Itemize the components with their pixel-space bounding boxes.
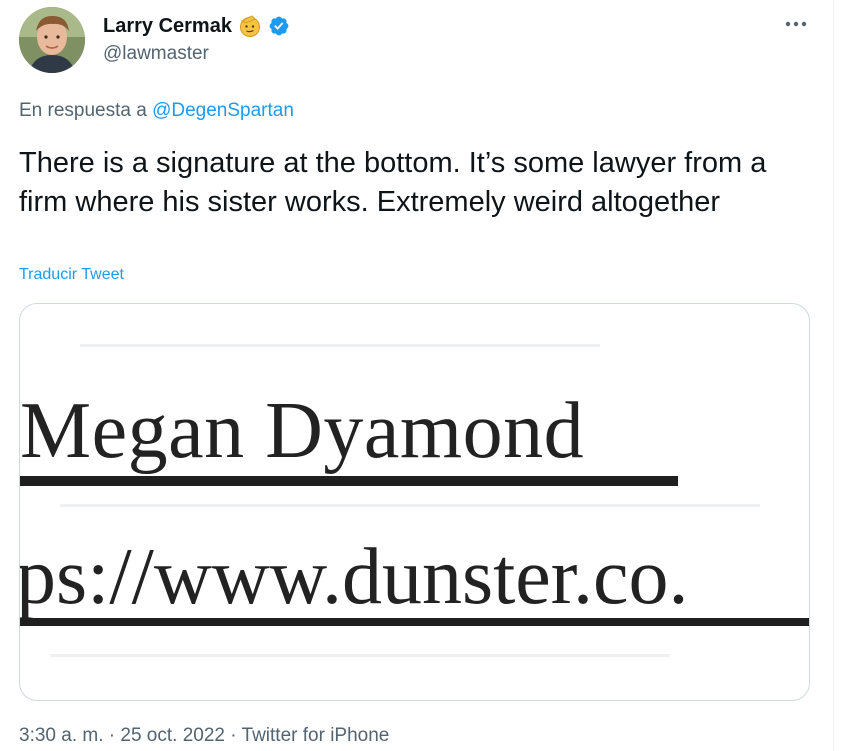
meta-separator: · (230, 725, 237, 746)
reply-mention-link[interactable]: @DegenSpartan (152, 100, 294, 121)
faded-text-line (60, 504, 760, 507)
tweet-source[interactable]: Twitter for iPhone (242, 725, 390, 746)
signature-name-underline (20, 476, 678, 486)
reply-context: En respuesta a @DegenSpartan (19, 99, 294, 123)
tweet-date[interactable]: 25 oct. 2022 (120, 725, 225, 746)
tweet-text: There is a signature at the bottom. It’s… (19, 147, 767, 218)
verified-badge-icon (269, 16, 289, 36)
faded-text-line (50, 654, 670, 657)
saluting-face-emoji-icon (239, 15, 260, 37)
avatar[interactable] (19, 7, 85, 73)
signature-name: Megan Dyamond (20, 387, 585, 475)
more-options-button[interactable] (778, 10, 814, 38)
reply-prefix: En respuesta a (19, 100, 147, 121)
column-divider (833, 0, 834, 751)
tweet-media-image[interactable]: Megan Dyamond ps://www.dunster.co. (19, 303, 810, 701)
translate-tweet-link[interactable]: Traducir Tweet (19, 264, 124, 286)
display-name[interactable]: Larry Cermak (103, 14, 232, 38)
meta-separator: · (108, 725, 116, 746)
author-name-row: Larry Cermak (103, 14, 290, 38)
tweet-meta: 3:30 a. m. · 25 oct. 2022 · Twitter for … (19, 724, 389, 748)
author-handle[interactable]: @lawmaster (103, 42, 209, 66)
signature-url: ps://www.dunster.co. (19, 533, 689, 621)
faded-text-line (80, 344, 600, 347)
avatar-image (19, 7, 85, 73)
more-horizontal-icon (785, 21, 807, 27)
signature-url-underline (20, 618, 809, 626)
tweet-time[interactable]: 3:30 a. m. (19, 725, 104, 746)
